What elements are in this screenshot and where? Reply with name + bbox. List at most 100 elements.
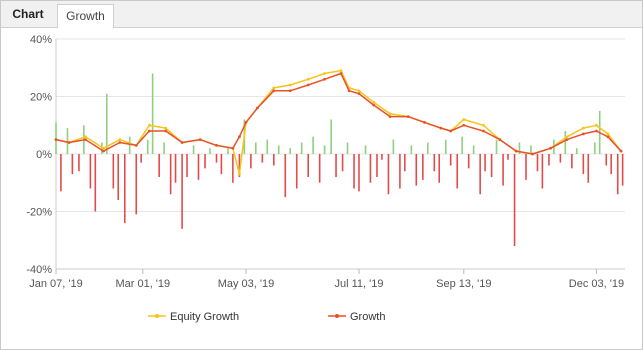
growth-bar [151,73,154,154]
growth-line-point [164,129,168,133]
growth-line-point [231,146,235,150]
growth-bar [364,145,367,154]
x-tick-label: May 03, '19 [218,278,275,290]
tab-growth[interactable]: Growth [57,4,114,28]
growth-line-point [462,123,466,127]
growth-bar [605,154,608,166]
growth-bar [541,154,544,189]
growth-bar [525,154,527,180]
growth-bar [105,93,108,154]
growth-bar [163,142,165,154]
growth-bar [548,154,550,166]
equity-growth-line-point [482,123,485,127]
growth-line-point [449,129,453,133]
growth-bar [341,154,344,172]
growth-line-point [84,138,87,142]
equity-growth-line-point [238,172,241,176]
growth-bar [192,145,195,154]
equity-growth-line-point [323,72,326,75]
growth-bar [254,142,257,154]
growth-bar [456,154,459,189]
growth-bar [318,154,321,183]
legend-equity-growth[interactable]: Equity Growth [148,311,239,323]
x-tick-label: Sep 13, '19 [436,278,491,290]
growth-bar [346,142,349,154]
equity-growth-line-point [595,123,598,127]
growth-bar [261,154,264,163]
growth-bar [381,154,383,160]
growth-bar [399,154,401,189]
growth-bar [158,154,160,177]
growth-chart: 40% 20% 0% -20% -40% Jan 07, '19 Mar 01, '19 M… [26,34,625,323]
growth-bar [209,148,211,154]
growth-bar [312,136,314,154]
growth-bar [169,154,172,195]
equity-growth-line-point [118,138,122,142]
growth-bar [330,119,332,154]
growth-bar [174,154,177,183]
growth-line-point [102,149,105,153]
growth-bar [449,154,452,166]
legend-growth[interactable]: Growth [328,311,385,323]
growth-bar [610,154,612,175]
equity-growth-line-point [272,86,276,90]
growth-bar [530,145,532,154]
growth-line-point [198,138,202,142]
growth-bar [461,136,463,154]
growth-bar [55,122,57,154]
growth-bar [479,154,481,195]
equity-growth-line-point [339,69,343,73]
growth-line-point [565,138,569,142]
growth-line-point [606,135,610,139]
growth-bar [273,154,275,166]
y-axis-ticks: 40% 20% 0% -20% -40% [26,34,52,276]
growth-bar [536,154,539,172]
equity-growth-line-point [581,126,585,130]
growth-bar [426,142,429,154]
equity-growth-line-point [288,83,292,87]
growth-bar [467,154,470,169]
equity-growth-line-point [388,112,392,116]
growth-bar [232,154,234,183]
growth-bar [266,139,269,154]
growth-bar [387,154,390,195]
legend-equity-marker [155,314,159,318]
growth-bar [60,154,62,192]
x-tick-label: Jul 11, '19 [334,278,383,290]
growth-line-point [482,129,485,133]
growth-bar [358,154,360,192]
growth-line-point [406,115,410,119]
growth-bar [250,154,252,169]
growth-bar [146,139,149,154]
growth-line-point [118,141,122,144]
growth-line-point [180,141,184,144]
growth-bar [616,154,619,195]
growth-line-point [619,149,623,153]
growth-bar [490,154,493,177]
equity-growth-line-point [84,135,87,139]
tab-chart[interactable]: Chart [1,1,55,27]
growth-line-point [244,120,248,124]
growth-line-point [215,143,218,147]
growth-bars [55,73,624,246]
legend-growth-marker [335,314,339,318]
growth-bar [197,154,200,180]
equity-growth-line-point [164,126,168,130]
growth-bar [484,154,486,172]
growth-line-point [272,89,276,93]
growth-bar [582,154,585,175]
growth-bar [376,154,378,177]
growth-line-point [531,152,534,156]
growth-bar [112,154,115,189]
x-axis-ticks: Jan 07, '19 Mar 01, '19 May 03, '19 Jul 11,… [29,278,624,290]
growth-line-point [372,103,376,107]
equity-growth-line-point [147,123,151,127]
growth-line-point [595,129,598,133]
growth-line-point [238,135,241,139]
equity-growth-line-point [462,118,466,121]
growth-bar [307,154,310,177]
x-tick-label: Dec 03, '19 [569,278,624,290]
equity-growth-line-point [357,89,361,93]
growth-bar [433,154,436,172]
y-tick-label: -40% [26,264,52,276]
